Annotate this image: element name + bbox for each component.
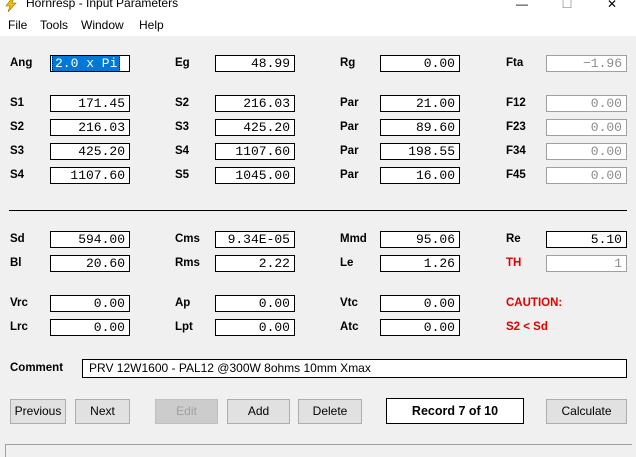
next-button-label: Next xyxy=(90,404,115,418)
atc-field[interactable]: 0.00 xyxy=(380,319,460,336)
s4-label: S4 xyxy=(175,145,190,157)
s1-label: S1 xyxy=(10,97,25,109)
s2-field[interactable]: 216.03 xyxy=(215,95,295,112)
f12-label: F12 xyxy=(506,97,526,109)
add-button[interactable]: Add xyxy=(227,399,290,424)
par4-field[interactable]: 16.00 xyxy=(380,167,460,184)
delete-button-label: Delete xyxy=(312,404,348,418)
sd-label: Sd xyxy=(10,233,25,245)
cms-label: Cms xyxy=(175,233,200,245)
f45-field: 0.00 xyxy=(546,167,627,184)
maximize-button[interactable]: ☐ xyxy=(545,0,589,13)
status-bar xyxy=(5,444,632,457)
eg-field[interactable]: 48.99 xyxy=(215,55,295,72)
caution-label: CAUTION: xyxy=(506,297,563,309)
vtc-field[interactable]: 0.00 xyxy=(380,295,460,312)
f23-field: 0.00 xyxy=(546,119,627,136)
title-bar: Hornresp - Input Parameters — ☐ ✕ xyxy=(0,0,636,14)
f45-label: F45 xyxy=(506,169,526,181)
section-divider xyxy=(9,210,627,211)
bl-label: Bl xyxy=(10,257,22,269)
le-field[interactable]: 1.26 xyxy=(380,255,460,272)
rms-field[interactable]: 2.22 xyxy=(215,255,295,272)
lrc-label: Lrc xyxy=(10,321,28,333)
vrc-label: Vrc xyxy=(10,297,28,309)
previous-button[interactable]: Previous xyxy=(10,399,66,424)
par-label: Par xyxy=(340,97,359,109)
par2-field[interactable]: 89.60 xyxy=(380,119,460,136)
eg-label: Eg xyxy=(175,57,190,69)
s5-label: S5 xyxy=(175,169,190,181)
lrc-field[interactable]: 0.00 xyxy=(50,319,130,336)
f34-label: F34 xyxy=(506,145,526,157)
calculate-button-label: Calculate xyxy=(561,404,612,418)
vrc-field[interactable]: 0.00 xyxy=(50,295,130,312)
bl-field[interactable]: 20.60 xyxy=(50,255,130,272)
par-label: Par xyxy=(340,169,359,181)
par1-field[interactable]: 21.00 xyxy=(380,95,460,112)
s3-label: S3 xyxy=(175,121,190,133)
vtc-label: Vtc xyxy=(340,297,358,309)
menu-help[interactable]: Help xyxy=(139,18,164,32)
rg-field[interactable]: 0.00 xyxy=(380,55,460,72)
cms-field[interactable]: 9.34E-05 xyxy=(215,231,295,248)
ang-value: 2.0 x Pi xyxy=(52,56,121,71)
s4-field[interactable]: 1107.60 xyxy=(215,143,295,160)
menu-window[interactable]: Window xyxy=(81,18,124,32)
close-button[interactable]: ✕ xyxy=(590,0,634,13)
caution-message: S2 < Sd xyxy=(506,321,548,333)
lpt-field[interactable]: 0.00 xyxy=(215,319,295,336)
edit-button[interactable]: Edit xyxy=(155,399,218,424)
s1-field[interactable]: 171.45 xyxy=(50,95,130,112)
le-label: Le xyxy=(340,257,354,269)
s4-field[interactable]: 1107.60 xyxy=(50,167,130,184)
ang-field[interactable]: 2.0 x Pi xyxy=(50,55,130,72)
fta-field: −1.96 xyxy=(546,55,627,72)
s3-field[interactable]: 425.20 xyxy=(215,119,295,136)
calculate-button[interactable]: Calculate xyxy=(546,399,627,424)
ap-field[interactable]: 0.00 xyxy=(215,295,295,312)
s3-label: S3 xyxy=(10,145,25,157)
comment-label: Comment xyxy=(10,362,64,374)
atc-label: Atc xyxy=(340,321,359,333)
delete-button[interactable]: Delete xyxy=(298,399,362,424)
record-indicator: Record 7 of 10 xyxy=(386,398,524,424)
hornresp-lightning-icon xyxy=(5,0,17,12)
s2-label: S2 xyxy=(175,97,190,109)
next-button[interactable]: Next xyxy=(75,399,130,424)
f23-label: F23 xyxy=(506,121,526,133)
menu-bar: File Tools Window Help xyxy=(0,14,636,36)
window-title: Hornresp - Input Parameters xyxy=(26,0,179,10)
mmd-label: Mmd xyxy=(340,233,367,245)
previous-button-label: Previous xyxy=(14,404,62,418)
th-label: TH xyxy=(506,257,522,269)
ang-label: Ang xyxy=(10,57,33,69)
mmd-field[interactable]: 95.06 xyxy=(380,231,460,248)
fta-label: Fta xyxy=(506,57,524,69)
par-label: Par xyxy=(340,145,359,157)
s2-field[interactable]: 216.03 xyxy=(50,119,130,136)
add-button-label: Add xyxy=(247,404,270,418)
edit-button-label: Edit xyxy=(176,404,197,418)
f34-field: 0.00 xyxy=(546,143,627,160)
f12-field: 0.00 xyxy=(546,95,627,112)
sd-field[interactable]: 594.00 xyxy=(50,231,130,248)
menu-tools[interactable]: Tools xyxy=(40,18,68,32)
rms-label: Rms xyxy=(175,257,200,269)
s4-label: S4 xyxy=(10,169,25,181)
s3-field[interactable]: 425.20 xyxy=(50,143,130,160)
lpt-label: Lpt xyxy=(175,321,193,333)
ap-label: Ap xyxy=(175,297,191,309)
comment-field[interactable]: PRV 12W1600 - PAL12 @300W 8ohms 10mm Xma… xyxy=(82,359,627,378)
s5-field[interactable]: 1045.00 xyxy=(215,167,295,184)
menu-file[interactable]: File xyxy=(8,18,27,32)
th-field: 1 xyxy=(546,255,627,272)
par-label: Par xyxy=(340,121,359,133)
rg-label: Rg xyxy=(340,57,356,69)
s2-label: S2 xyxy=(10,121,25,133)
re-label: Re xyxy=(506,233,521,245)
minimize-button[interactable]: — xyxy=(500,0,544,13)
re-field[interactable]: 5.10 xyxy=(546,231,627,248)
par3-field[interactable]: 198.55 xyxy=(380,143,460,160)
